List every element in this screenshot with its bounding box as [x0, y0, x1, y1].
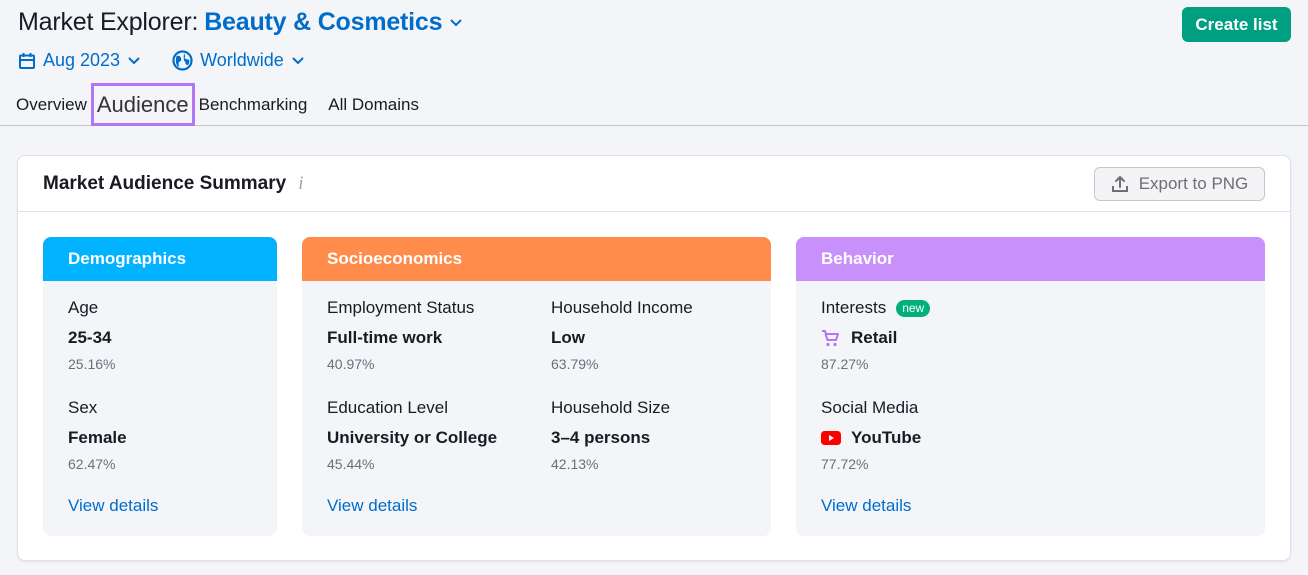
filters-bar: Aug 2023 Worldwide [18, 50, 336, 71]
youtube-icon [821, 431, 841, 445]
demographics-header: Demographics [43, 237, 277, 281]
market-audience-summary-card: Market Audience Summary i Export to PNG … [17, 155, 1291, 561]
tab-overview[interactable]: Overview [12, 95, 91, 115]
age-metric: Age 25-34 25.16% [68, 297, 115, 372]
metric-value: University or College [327, 428, 498, 447]
behavior-view-details-link[interactable]: View details [821, 496, 911, 516]
socioeconomics-view-details-link[interactable]: View details [327, 496, 417, 516]
education-level-metric: Education Level University or College 45… [327, 397, 497, 472]
tab-audience[interactable]: Audience [90, 83, 195, 126]
metric-percent: 25.16% [68, 356, 116, 372]
upload-icon [1111, 175, 1129, 193]
card-header: Market Audience Summary i Export to PNG [18, 156, 1290, 212]
metric-label: Sex [68, 398, 98, 417]
tab-all-domains[interactable]: All Domains [324, 95, 423, 115]
metric-percent: 87.27% [821, 356, 869, 372]
behavior-panel: Behavior Interests new Retail 87.27% Soc… [796, 237, 1265, 536]
metric-value-row: Retail [821, 327, 930, 349]
category-label: Beauty & Cosmetics [204, 8, 443, 36]
chevron-down-icon [292, 57, 304, 65]
metric-value: Retail [851, 328, 898, 347]
calendar-icon [18, 52, 36, 70]
metric-label: Age [68, 298, 99, 317]
socioeconomics-header: Socioeconomics [302, 237, 771, 281]
metric-value: 25-34 [68, 328, 112, 347]
metric-value: 3–4 persons [551, 428, 651, 447]
date-filter[interactable]: Aug 2023 [18, 50, 140, 71]
demographics-panel: Demographics Age 25-34 25.16% Sex Female… [43, 237, 277, 536]
employment-status-metric: Employment Status Full-time work 40.97% [327, 297, 474, 372]
chevron-down-icon [450, 19, 462, 26]
metric-label: Education Level [327, 398, 448, 417]
chevron-down-icon [128, 57, 140, 65]
metric-label: Interests [821, 298, 887, 317]
metric-value-row: YouTube [821, 427, 921, 449]
metric-label: Employment Status [327, 298, 475, 317]
metric-value: Full-time work [327, 328, 443, 347]
region-filter-label: Worldwide [200, 50, 284, 70]
shopping-cart-icon [821, 329, 841, 347]
metric-percent: 40.97% [327, 356, 375, 372]
socioeconomics-panel: Socioeconomics Employment Status Full-ti… [302, 237, 771, 536]
card-title: Market Audience Summary i [43, 173, 304, 195]
behavior-header: Behavior [796, 237, 1265, 281]
social-media-metric: Social Media YouTube 77.72% [821, 397, 921, 472]
metric-label-row: Interests new [821, 297, 931, 319]
household-size-metric: Household Size 3–4 persons 42.13% [551, 397, 670, 472]
card-title-text: Market Audience Summary [43, 173, 287, 194]
metric-label: Social Media [821, 398, 919, 417]
metric-percent: 62.47% [68, 456, 116, 472]
interests-metric: Interests new Retail 87.27% [821, 297, 931, 372]
metric-percent: 77.72% [821, 456, 869, 472]
page-header: Market Explorer: Beauty & Cosmetics Crea… [0, 0, 1308, 126]
metric-label: Household Size [551, 398, 671, 417]
metric-value: YouTube [851, 428, 922, 447]
sex-metric: Sex Female 62.47% [68, 397, 127, 472]
create-list-button[interactable]: Create list [1182, 7, 1291, 42]
tab-benchmarking[interactable]: Benchmarking [195, 95, 312, 115]
tab-bar: Overview Audience Benchmarking All Domai… [0, 83, 423, 126]
page-title: Market Explorer: Beauty & Cosmetics [18, 8, 462, 37]
household-income-metric: Household Income Low 63.79% [551, 297, 693, 372]
metric-value: Female [68, 428, 127, 447]
metric-value: Low [551, 328, 585, 347]
category-selector[interactable]: Beauty & Cosmetics [204, 8, 462, 37]
date-filter-label: Aug 2023 [43, 50, 121, 70]
metric-percent: 63.79% [551, 356, 599, 372]
globe-icon [172, 50, 193, 71]
title-prefix: Market Explorer: [18, 8, 199, 36]
info-icon[interactable]: i [298, 173, 303, 195]
metric-label: Household Income [551, 298, 693, 317]
export-label: Export to PNG [1138, 174, 1249, 193]
metric-percent: 45.44% [327, 456, 375, 472]
export-to-png-button[interactable]: Export to PNG [1094, 167, 1265, 201]
new-badge: new [896, 299, 931, 317]
demographics-view-details-link[interactable]: View details [68, 496, 158, 516]
metric-percent: 42.13% [551, 456, 599, 472]
region-filter[interactable]: Worldwide [172, 50, 304, 71]
